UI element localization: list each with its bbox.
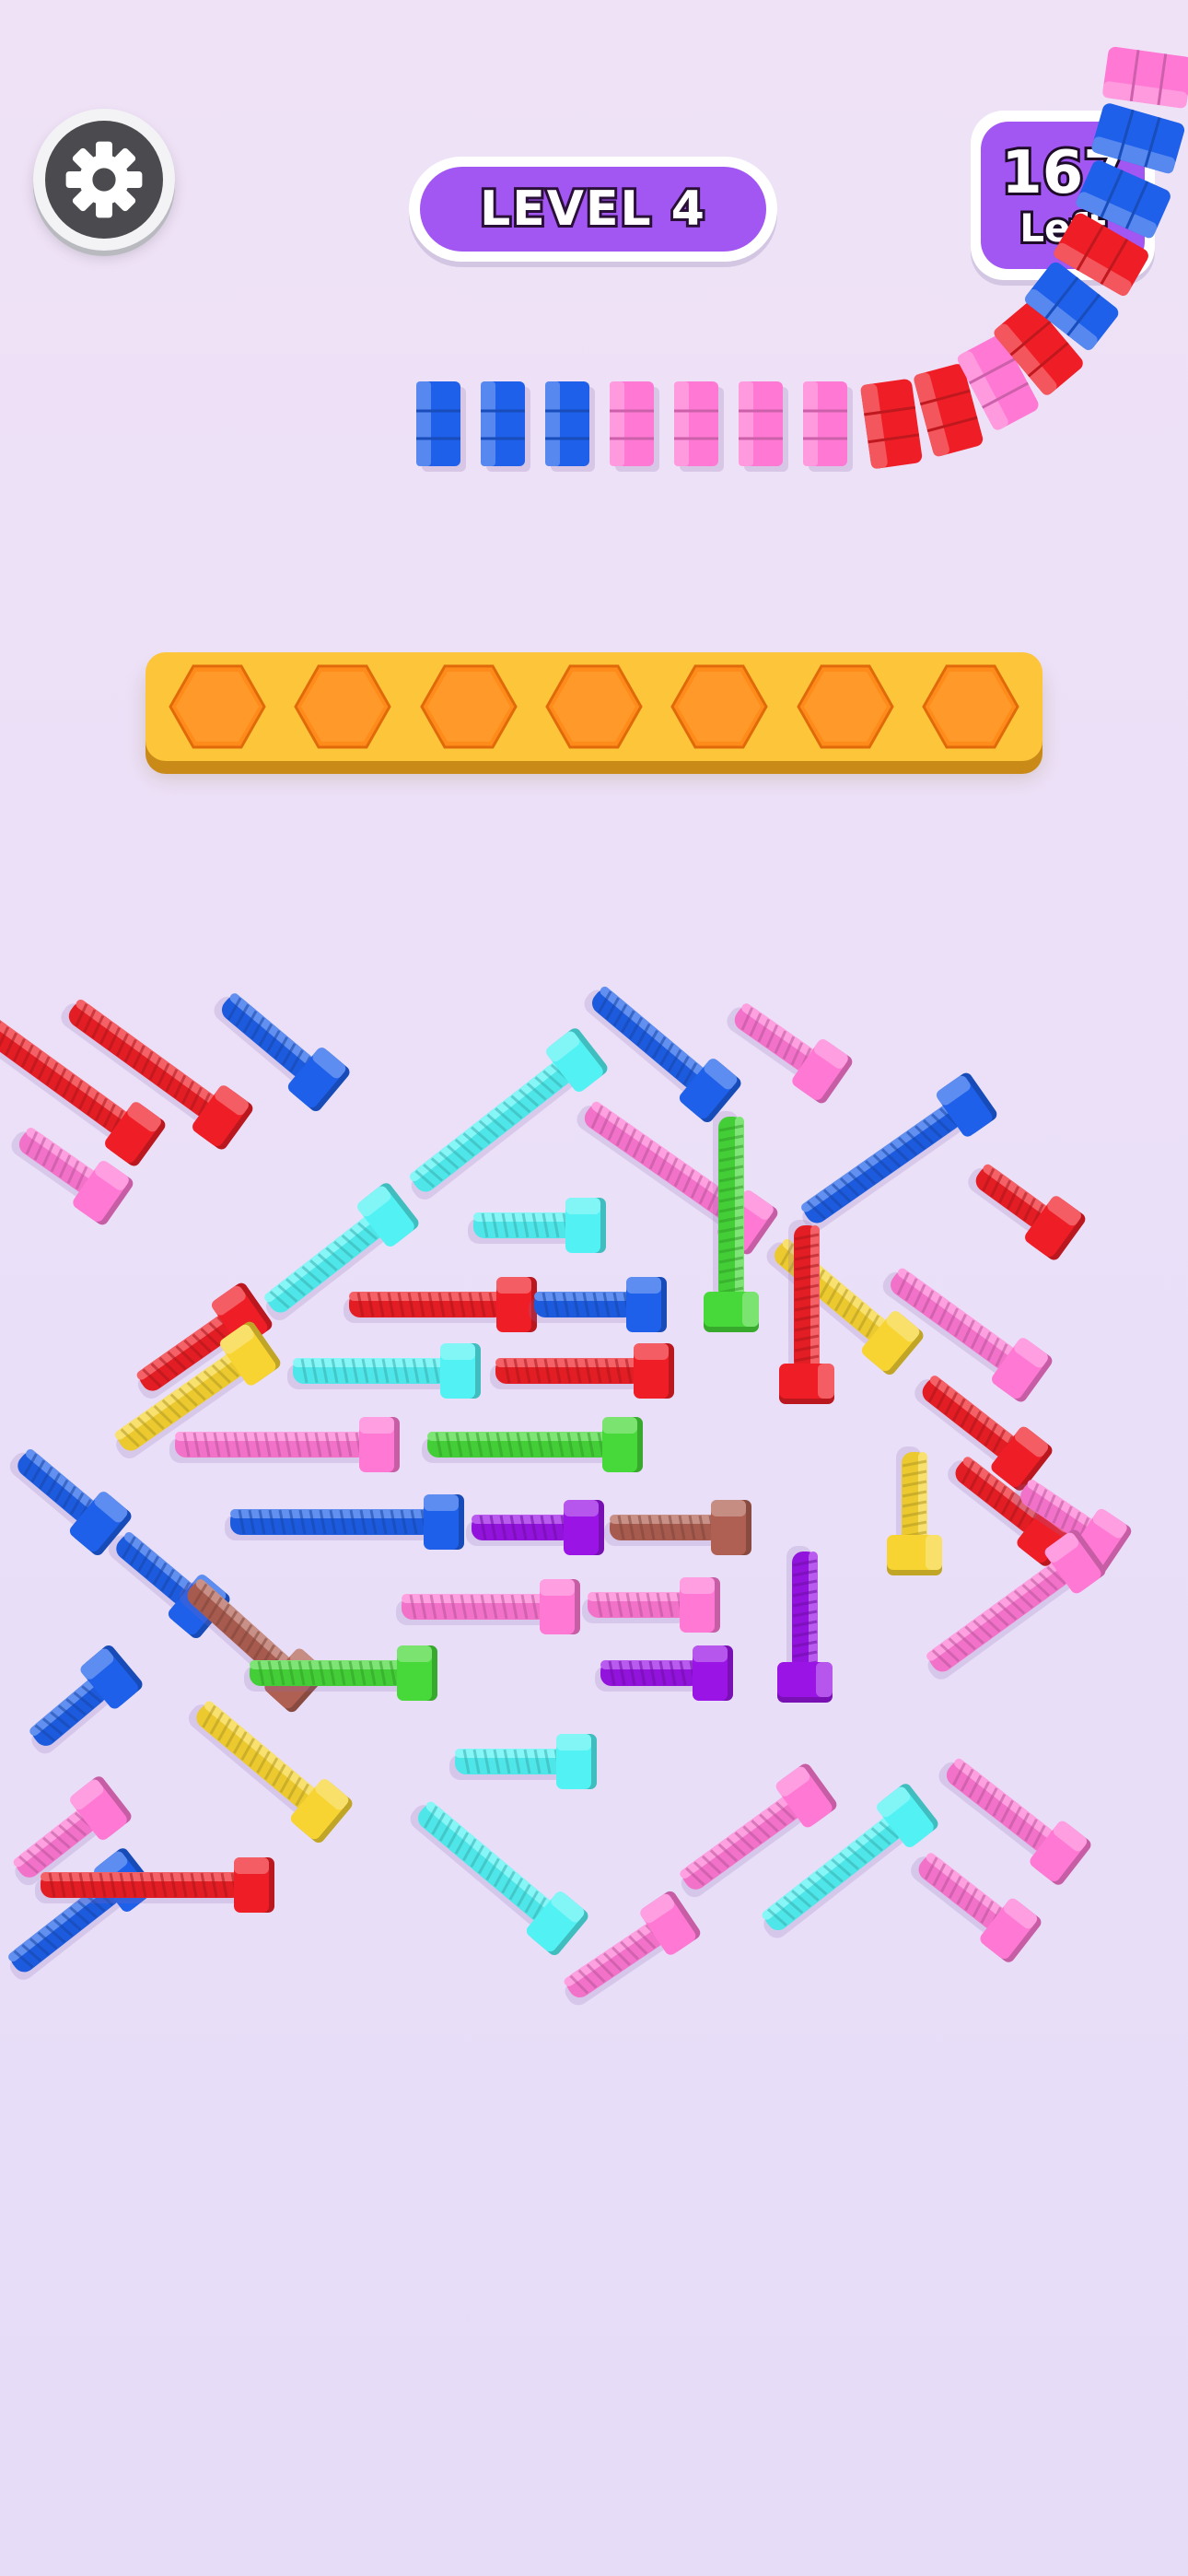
bolt[interactable] — [400, 1785, 590, 1957]
bolt[interactable] — [0, 1433, 134, 1558]
bolt[interactable] — [574, 970, 743, 1125]
bolt[interactable] — [928, 1741, 1093, 1887]
bolt[interactable] — [468, 1198, 606, 1253]
bolt[interactable] — [422, 1417, 643, 1472]
bolt[interactable] — [225, 1494, 464, 1550]
bolt[interactable] — [529, 1277, 667, 1332]
bolt[interactable] — [449, 1734, 597, 1789]
bolt[interactable] — [490, 1343, 674, 1399]
bolt[interactable] — [604, 1500, 751, 1555]
bolt-board[interactable] — [0, 0, 1188, 2576]
bolt[interactable] — [396, 1579, 580, 1634]
bolt[interactable] — [959, 1147, 1088, 1262]
bolt[interactable] — [887, 1446, 942, 1575]
bolt[interactable] — [466, 1500, 604, 1555]
bolt[interactable] — [179, 1684, 355, 1845]
bolt[interactable] — [901, 1836, 1043, 1965]
bolt[interactable] — [777, 1546, 833, 1703]
bolt[interactable] — [14, 1643, 145, 1765]
bolt[interactable] — [287, 1343, 481, 1399]
bolt[interactable] — [582, 1577, 720, 1633]
bolt[interactable] — [169, 1417, 400, 1472]
bolt[interactable] — [344, 1277, 537, 1332]
bolt[interactable] — [35, 1857, 274, 1913]
bolt[interactable] — [169, 1563, 329, 1715]
bolt[interactable] — [595, 1645, 733, 1701]
